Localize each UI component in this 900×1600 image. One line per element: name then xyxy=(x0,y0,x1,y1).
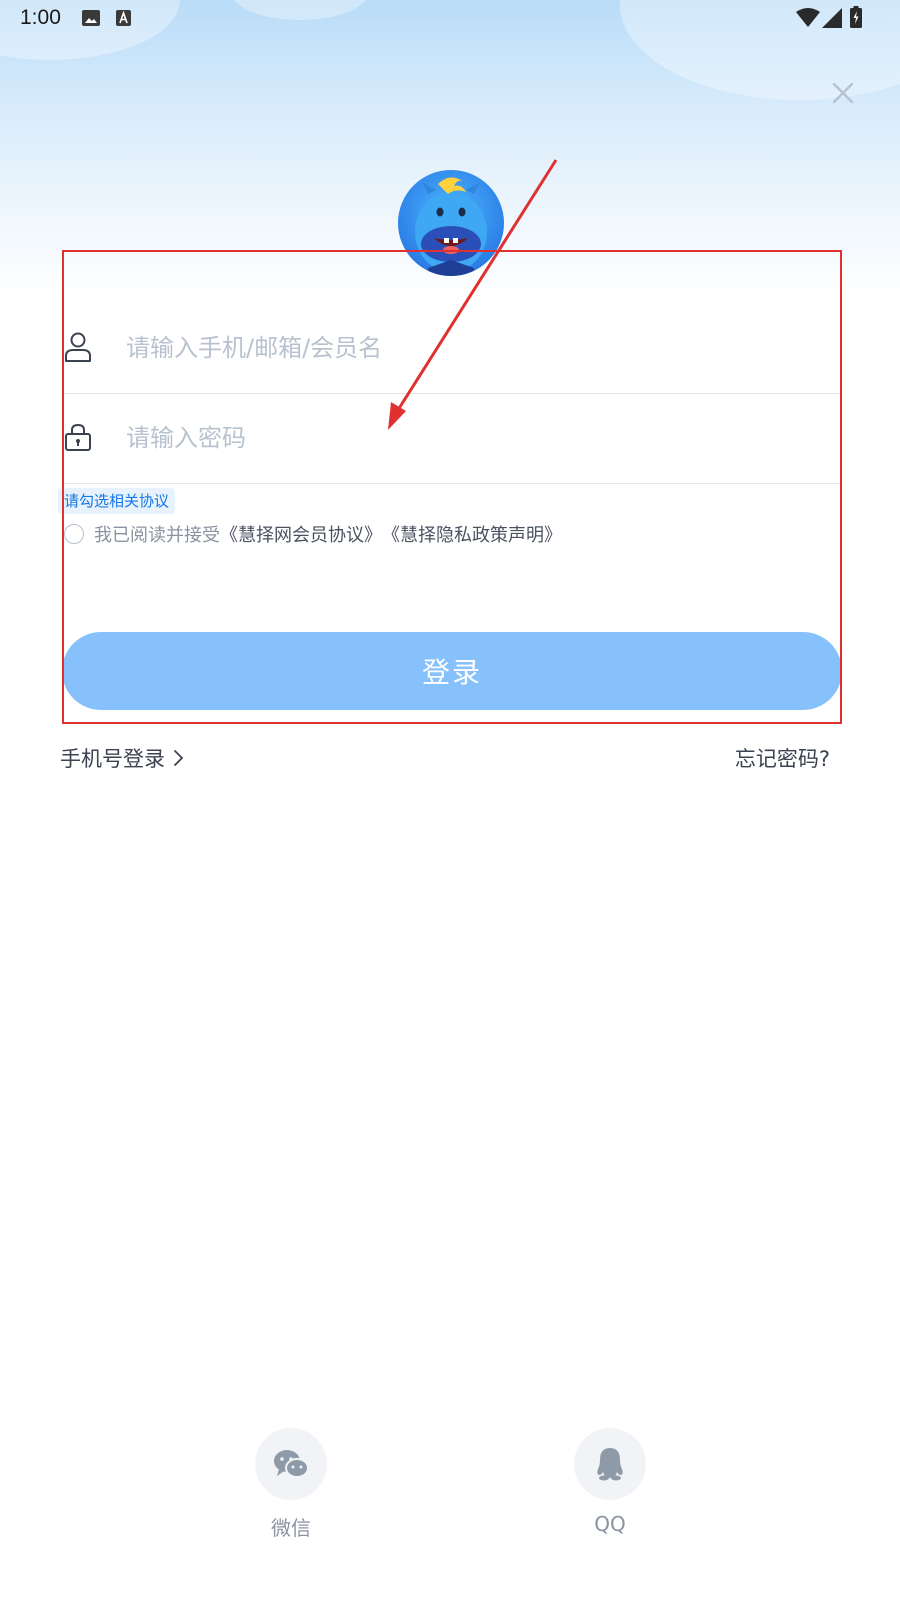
password-input[interactable] xyxy=(126,416,816,460)
user-icon xyxy=(65,332,91,362)
wechat-login[interactable]: 微信 xyxy=(255,1428,327,1541)
wechat-button[interactable] xyxy=(255,1428,327,1500)
forgot-password-link[interactable]: 忘记密码? xyxy=(735,743,830,773)
username-input[interactable] xyxy=(126,326,816,370)
wechat-icon xyxy=(274,1450,309,1478)
phone-login-label: 手机号登录 xyxy=(60,747,165,771)
signal-icon xyxy=(822,8,842,28)
agreement-prefix-text: 我已阅读并接受 xyxy=(94,525,220,546)
text-notification-icon xyxy=(116,10,131,26)
password-field-row xyxy=(62,392,842,484)
image-notification-icon xyxy=(82,10,100,26)
wifi-icon xyxy=(796,8,820,27)
mascot-avatar xyxy=(398,170,504,276)
phone-login-link[interactable]: 手机号登录 xyxy=(60,743,185,773)
wechat-label: 微信 xyxy=(271,1516,311,1540)
qq-button[interactable] xyxy=(574,1428,646,1500)
mascot-icon xyxy=(415,177,487,276)
agreement-checkbox[interactable] xyxy=(64,524,84,544)
qq-label: QQ xyxy=(594,1512,626,1536)
qq-login[interactable]: QQ xyxy=(574,1428,646,1536)
close-icon[interactable] xyxy=(832,82,854,104)
agreement-hint-badge: 请勾选相关协议 xyxy=(58,488,176,514)
username-field-row xyxy=(62,302,842,394)
status-bar: 1:00 xyxy=(0,0,900,36)
agreement-row: 我已阅读并接受 《慧择网会员协议》 《慧择隐私政策声明》 xyxy=(64,521,562,547)
member-agreement-link[interactable]: 《慧择网会员协议》 xyxy=(220,521,382,547)
status-time: 1:00 xyxy=(20,6,61,29)
qq-icon xyxy=(597,1448,623,1481)
chevron-right-icon xyxy=(174,750,184,766)
login-button[interactable]: 登录 xyxy=(62,632,842,710)
lock-icon xyxy=(65,423,91,451)
privacy-policy-link[interactable]: 《慧择隐私政策声明》 xyxy=(382,521,562,547)
battery-icon xyxy=(850,6,862,28)
